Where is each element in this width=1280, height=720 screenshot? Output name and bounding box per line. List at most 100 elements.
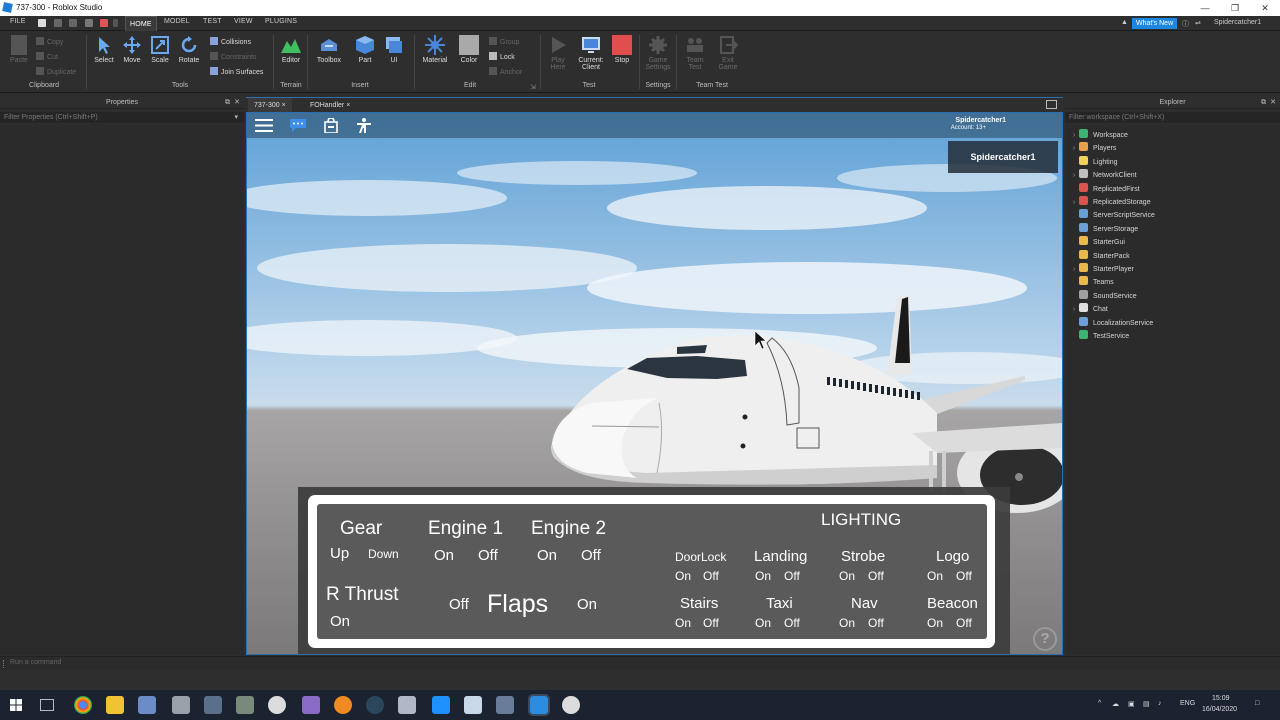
explorer-item[interactable]: ReplicatedFirst — [1069, 182, 1140, 196]
mail-icon[interactable] — [172, 696, 190, 714]
tray-app-icon[interactable]: ▣ — [1128, 700, 1135, 708]
engine2-off-button[interactable]: Off — [581, 547, 601, 564]
app-icon[interactable] — [432, 696, 450, 714]
anchor-button[interactable]: Anchor — [489, 67, 522, 76]
properties-filter-input[interactable]: Filter Properties (Ctrl+Shift+P) ▾ — [0, 112, 244, 123]
exit-game-button[interactable]: Exit Game — [713, 35, 743, 71]
light-beacon-on-button[interactable]: On — [927, 616, 943, 630]
light-landing-on-button[interactable]: On — [755, 569, 771, 583]
task-view-icon[interactable] — [40, 699, 54, 711]
light-taxi-off-button[interactable]: Off — [784, 616, 800, 630]
tray-time[interactable]: 15:09 — [1212, 695, 1230, 702]
app-icon[interactable] — [236, 696, 254, 714]
team-test-button[interactable]: Team Test — [680, 35, 710, 71]
game-viewport[interactable]: Spidercatcher1 Account: 13+ Spidercatche… — [246, 112, 1063, 655]
stop-button[interactable]: Stop — [607, 35, 637, 64]
move-tool-button[interactable]: Move — [117, 35, 147, 64]
explorer-item[interactable]: StarterGui — [1069, 236, 1125, 249]
roblox-studio-taskbar-icon[interactable] — [528, 694, 550, 716]
explorer-item[interactable]: › Chat — [1069, 303, 1108, 316]
explorer-item[interactable]: LocalizationService — [1069, 316, 1153, 330]
light-logo-on-button[interactable]: On — [927, 569, 943, 583]
play-here-button[interactable]: Play Here — [543, 35, 573, 71]
scale-tool-button[interactable]: Scale — [145, 35, 175, 64]
explorer-item[interactable]: › Players — [1069, 142, 1116, 155]
terrain-editor-button[interactable]: Editor — [276, 35, 306, 64]
engine1-off-button[interactable]: Off — [478, 547, 498, 564]
engine1-on-button[interactable]: On — [434, 547, 454, 564]
expand-arrow-icon[interactable]: › — [1069, 129, 1079, 142]
light-landing-off-button[interactable]: Off — [784, 569, 800, 583]
explorer-item[interactable]: Lighting — [1069, 155, 1118, 169]
light-stairs-off-button[interactable]: Off — [703, 616, 719, 630]
explorer-item[interactable]: StarterPack — [1069, 249, 1130, 263]
tab-fohandler[interactable]: FOHandler × — [304, 98, 356, 113]
tray-chevron-up-icon[interactable]: ^ — [1098, 700, 1101, 707]
explorer-item[interactable]: › StarterPlayer — [1069, 263, 1134, 276]
close-panel-icon[interactable]: ✕ — [234, 97, 240, 109]
steam-icon[interactable] — [366, 696, 384, 714]
explorer-item[interactable]: › ReplicatedStorage — [1069, 196, 1151, 209]
group-button[interactable]: Group — [489, 37, 519, 46]
play-icon[interactable] — [85, 19, 93, 27]
light-doorlock-on-button[interactable]: On — [675, 569, 691, 583]
command-bar[interactable]: Run a command — [0, 656, 1280, 670]
rthrust-on-button[interactable]: On — [330, 613, 350, 630]
whats-new-button[interactable]: What's New — [1132, 18, 1178, 29]
explorer-item[interactable]: Teams — [1069, 276, 1114, 289]
menu-hamburger-icon[interactable] — [255, 118, 273, 133]
copy-button[interactable]: Copy — [36, 37, 63, 46]
expand-arrow-icon[interactable]: › — [1069, 142, 1079, 155]
notifications-icon[interactable]: □ — [1255, 700, 1259, 707]
gear-down-button[interactable]: Down — [368, 547, 399, 561]
tray-cloud-icon[interactable]: ☁ — [1112, 700, 1119, 708]
flaps-off-button[interactable]: Off — [449, 596, 469, 613]
app-icon[interactable] — [268, 696, 286, 714]
part-button[interactable]: Part — [350, 35, 380, 64]
expand-arrow-icon[interactable]: › — [1069, 303, 1079, 316]
customize-quick-access-icon[interactable] — [113, 19, 118, 27]
app-icon[interactable] — [496, 696, 514, 714]
paste-button[interactable]: Paste — [5, 35, 33, 64]
blender-icon[interactable] — [334, 696, 352, 714]
expand-arrow-icon[interactable]: › — [1069, 196, 1079, 209]
undock-icon[interactable]: ⧉ — [225, 97, 230, 109]
file-menu[interactable]: FILE — [10, 18, 26, 25]
color-button[interactable]: Color — [454, 35, 484, 64]
join-surfaces-toggle[interactable]: Join Surfaces — [210, 67, 263, 76]
backpack-icon[interactable] — [322, 118, 340, 133]
collisions-toggle[interactable]: Collisions — [210, 37, 251, 46]
current-client-button[interactable]: Current: Client — [575, 35, 607, 71]
user-name[interactable]: Spidercatcher1 — [1214, 19, 1261, 26]
explorer-item[interactable]: TestService — [1069, 330, 1129, 343]
app-icon[interactable] — [204, 696, 222, 714]
cut-button[interactable]: Cut — [36, 52, 58, 61]
tab-home[interactable]: HOME — [125, 16, 157, 31]
expand-arrow-icon[interactable]: › — [1069, 169, 1079, 182]
explorer-filter-input[interactable]: Filter workspace (Ctrl+Shift+X) — [1065, 112, 1280, 123]
duplicate-button[interactable]: Duplicate — [36, 67, 76, 76]
explorer-item[interactable]: › Workspace — [1069, 129, 1128, 142]
help-icon[interactable]: ⓘ — [1182, 19, 1189, 29]
player-list[interactable]: Spidercatcher1 — [948, 141, 1058, 173]
app-icon[interactable] — [398, 696, 416, 714]
light-stairs-on-button[interactable]: On — [675, 616, 691, 630]
explorer-item[interactable]: SoundService — [1069, 289, 1137, 303]
emote-person-icon[interactable] — [355, 118, 373, 133]
tray-date[interactable]: 16/04/2020 — [1202, 706, 1237, 713]
light-doorlock-off-button[interactable]: Off — [703, 569, 719, 583]
light-strobe-off-button[interactable]: Off — [868, 569, 884, 583]
stop-icon[interactable] — [100, 19, 108, 27]
notification-icon[interactable]: ▲ — [1121, 19, 1128, 26]
close-button[interactable]: ✕ — [1250, 0, 1280, 16]
minimize-button[interactable]: — — [1190, 0, 1220, 16]
tray-network-icon[interactable]: ▤ — [1143, 700, 1150, 708]
tab-plugins[interactable]: PLUGINS — [265, 18, 297, 25]
engine2-on-button[interactable]: On — [537, 547, 557, 564]
chat-icon[interactable] — [289, 118, 307, 133]
windows-start-icon[interactable] — [10, 699, 22, 711]
material-button[interactable]: Material — [420, 35, 450, 64]
explorer-item[interactable]: ServerScriptService — [1069, 209, 1155, 222]
tray-volume-icon[interactable]: ♪ — [1158, 700, 1162, 707]
app-icon[interactable] — [302, 696, 320, 714]
